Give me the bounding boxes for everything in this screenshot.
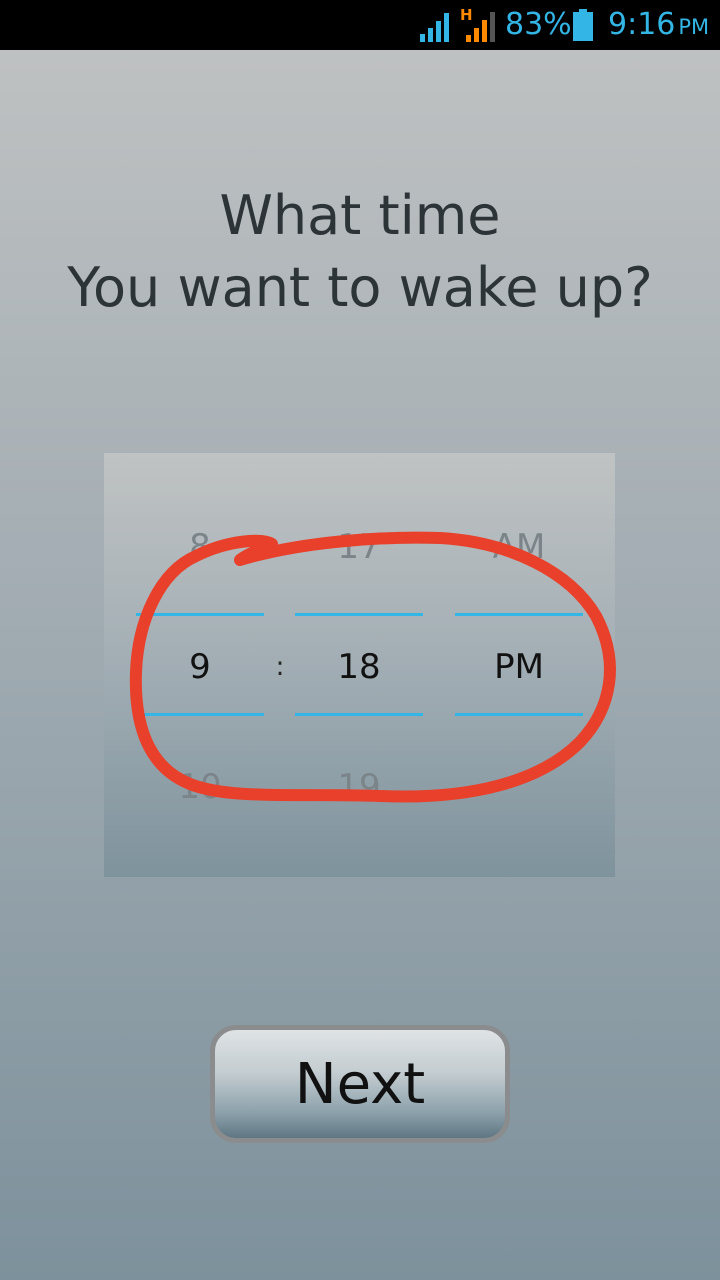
- minute-wheel[interactable]: 17 18 19: [295, 453, 423, 877]
- hour-divider-bottom: [136, 713, 264, 716]
- next-button[interactable]: Next: [210, 1025, 510, 1143]
- hour-current[interactable]: 9: [136, 647, 264, 687]
- ampm-prev[interactable]: AM: [455, 527, 583, 567]
- title-line-2: You want to wake up?: [67, 256, 653, 319]
- ampm-divider-top: [455, 613, 583, 616]
- hour-divider-top: [136, 613, 264, 616]
- minute-prev[interactable]: 17: [295, 527, 423, 567]
- page-title: What time You want to wake up?: [0, 180, 720, 324]
- network-type-label: H: [460, 6, 473, 24]
- clock-ampm: PM: [678, 15, 710, 39]
- ampm-wheel[interactable]: AM PM: [455, 453, 583, 877]
- battery-icon: [573, 9, 593, 41]
- h-signal-icon: H: [460, 6, 495, 42]
- status-bar: H 83% 9:16 PM: [0, 0, 720, 50]
- minute-divider-top: [295, 613, 423, 616]
- ampm-divider-bottom: [455, 713, 583, 716]
- clock-time: 9:16: [608, 7, 676, 42]
- title-line-1: What time: [219, 184, 501, 247]
- hour-prev[interactable]: 8: [136, 527, 264, 567]
- battery-percent: 83%: [505, 7, 572, 42]
- ampm-current[interactable]: PM: [455, 647, 583, 687]
- hour-next[interactable]: 10: [136, 767, 264, 807]
- hour-wheel[interactable]: 8 9 10: [136, 453, 264, 877]
- minute-current[interactable]: 18: [295, 647, 423, 687]
- signal-icon: [420, 13, 449, 42]
- minute-next[interactable]: 19: [295, 767, 423, 807]
- clock: 9:16 PM: [608, 7, 709, 45]
- minute-divider-bottom: [295, 713, 423, 716]
- time-separator: :: [275, 652, 285, 682]
- time-picker[interactable]: 8 9 10 : 17 18 19 AM PM: [104, 453, 615, 877]
